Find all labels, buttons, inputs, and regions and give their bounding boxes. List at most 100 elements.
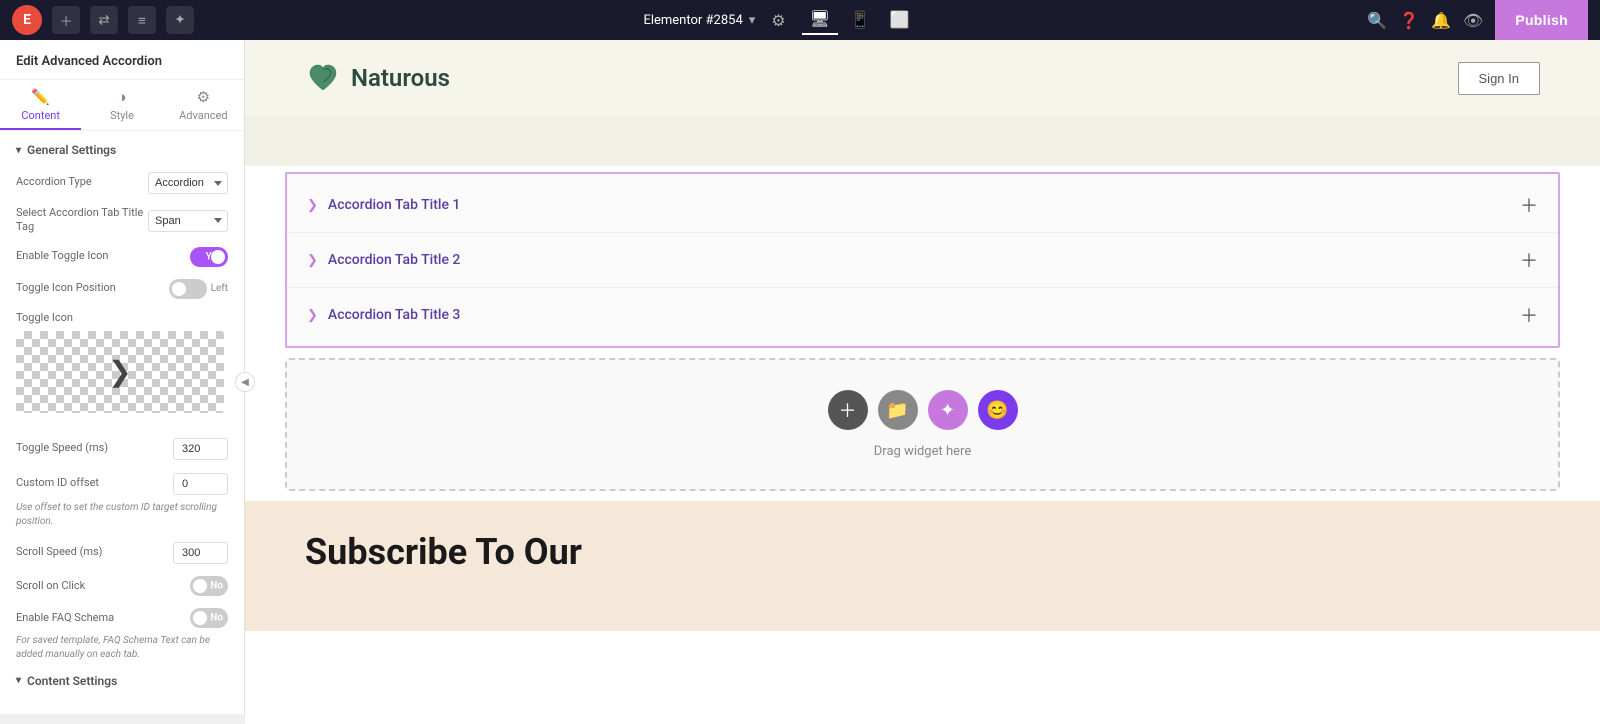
accordion-section: ❯ Accordion Tab Title 1 ＋ ❯ Accordion Ta… [285, 172, 1560, 348]
subscribe-title: Subscribe To Our [305, 531, 582, 574]
canvas-area: Naturous Sign In ❯ Accordion Tab Title 1… [245, 40, 1600, 724]
enable-toggle-icon-control: Yes [190, 247, 228, 267]
toggle-icon-label: Toggle Icon [16, 311, 73, 325]
page-title: Elementor #2854 ▾ [643, 13, 755, 28]
toggle-icon-position-control: Left [169, 279, 228, 299]
toggle-icon-position-field: Toggle Icon Position Left [16, 279, 228, 299]
accordion-add-1[interactable]: ＋ [1520, 192, 1538, 218]
emoji-button[interactable]: 😊 [978, 390, 1018, 430]
toggle-speed-label: Toggle Speed (ms) [16, 441, 173, 455]
accordion-type-select[interactable]: Accordion Toggle [148, 172, 228, 194]
accordion-type-control: Accordion Toggle [148, 171, 228, 194]
tablet-portrait-button[interactable]: 📱 [842, 5, 878, 35]
help-icon[interactable]: ❓ [1399, 11, 1419, 30]
add-widget-button[interactable]: ＋ [828, 390, 868, 430]
layers-button[interactable]: ≡ [128, 6, 156, 34]
panel-header: Edit Advanced Accordion [0, 40, 244, 80]
accordion-item-3[interactable]: ❯ Accordion Tab Title 3 ＋ [287, 288, 1558, 342]
accordion-item-2[interactable]: ❯ Accordion Tab Title 2 ＋ [287, 233, 1558, 288]
tab-title-tag-control: SpanH1H2H3 [148, 209, 228, 232]
site-header: Naturous Sign In [245, 40, 1600, 116]
accordion-title-1: Accordion Tab Title 1 [328, 197, 1520, 213]
faq-schema-toggle[interactable]: No [190, 608, 228, 628]
scroll-speed-field: Scroll Speed (ms) [16, 541, 228, 564]
add-element-button[interactable]: ＋ [52, 6, 80, 34]
scroll-speed-control [173, 541, 228, 564]
custom-id-offset-note: Use offset to set the custom ID target s… [16, 501, 228, 529]
history-button[interactable]: ⇄ [90, 6, 118, 34]
accordion-chevron-2: ❯ [307, 253, 318, 268]
accordion-type-field: Accordion Type Accordion Toggle [16, 171, 228, 194]
folder-button[interactable]: 📁 [878, 390, 918, 430]
panel-collapse-handle[interactable]: ◀ [235, 372, 255, 392]
preview-icon[interactable]: 👁 [1463, 11, 1483, 30]
panel-content: General Settings Accordion Type Accordio… [0, 131, 244, 714]
enable-toggle-icon-label: Enable Toggle Icon [16, 249, 190, 263]
scroll-on-click-label: Scroll on Click [16, 579, 190, 593]
drag-widget-area: ＋ 📁 ✦ 😊 Drag widget here [285, 358, 1560, 491]
toggle-yes-label: Yes [206, 251, 222, 262]
faq-schema-label: Enable FAQ Schema [16, 611, 190, 625]
toggle-icon-preview[interactable]: ❯ [16, 331, 224, 413]
top-bar-right: 🔍 ❓ 🔔 👁 Publish [1367, 0, 1588, 40]
style-tab-icon: ◑ [117, 88, 126, 106]
scroll-on-click-control: No [190, 576, 228, 596]
page-settings-icon[interactable]: ⚙ [771, 11, 785, 30]
accordion-add-2[interactable]: ＋ [1520, 247, 1538, 273]
publish-button[interactable]: Publish [1495, 0, 1588, 40]
device-switcher: 🖥 📱 ⬜ [802, 5, 918, 35]
scroll-on-click-field: Scroll on Click No [16, 576, 228, 596]
content-tab-label: Content [21, 109, 60, 122]
tab-content[interactable]: ✏️ Content [0, 80, 81, 130]
content-settings-section[interactable]: Content Settings [16, 674, 228, 688]
toggle-speed-input[interactable] [173, 438, 228, 460]
custom-id-offset-field: Custom ID offset [16, 472, 228, 495]
logo-icon [305, 60, 341, 96]
faq-schema-field: Enable FAQ Schema No [16, 608, 228, 628]
faq-schema-note: For saved template, FAQ Schema Text can … [16, 634, 228, 662]
accordion-type-label: Accordion Type [16, 175, 148, 189]
scroll-speed-input[interactable] [173, 542, 228, 564]
toggle-icon-position-label: Toggle Icon Position [16, 281, 169, 295]
custom-id-offset-input[interactable] [173, 473, 228, 495]
tab-title-tag-select[interactable]: SpanH1H2H3 [148, 210, 228, 232]
site-logo: Naturous [305, 60, 450, 96]
drag-widget-text: Drag widget here [874, 444, 971, 459]
scroll-speed-label: Scroll Speed (ms) [16, 545, 173, 559]
scroll-on-click-toggle[interactable]: No [190, 576, 228, 596]
faq-toggle-no-label: No [210, 612, 223, 623]
style-tab-label: Style [110, 109, 134, 122]
elementor-logo[interactable]: E [12, 5, 42, 35]
notifications-icon[interactable]: 🔔 [1431, 11, 1451, 30]
tab-advanced[interactable]: ⚙ Advanced [163, 80, 244, 130]
top-bar-left: E ＋ ⇄ ≡ ✦ [12, 5, 194, 35]
top-bar-center: Elementor #2854 ▾ ⚙ 🖥 📱 ⬜ [643, 5, 917, 35]
tab-title-tag-field: Select Accordion Tab Title Tag SpanH1H2H… [16, 206, 228, 235]
toggle-icon-field: Toggle Icon ❯ [16, 311, 228, 425]
advanced-tab-icon: ⚙ [197, 88, 210, 106]
content-tab-icon: ✏️ [31, 88, 50, 106]
enable-toggle-icon-field: Enable Toggle Icon Yes [16, 247, 228, 267]
panel-tabs: ✏️ Content ◑ Style ⚙ Advanced [0, 80, 244, 131]
ai-button[interactable]: ✦ [166, 6, 194, 34]
general-settings-section[interactable]: General Settings [16, 143, 228, 157]
drag-icons-row: ＋ 📁 ✦ 😊 [828, 390, 1018, 430]
accordion-chevron-3: ❯ [307, 308, 318, 323]
sign-in-button[interactable]: Sign In [1458, 62, 1540, 95]
tab-style[interactable]: ◑ Style [81, 80, 162, 130]
toggle-speed-field: Toggle Speed (ms) [16, 437, 228, 460]
accordion-add-3[interactable]: ＋ [1520, 302, 1538, 328]
desktop-view-button[interactable]: 🖥 [802, 5, 838, 35]
tablet-landscape-button[interactable]: ⬜ [882, 5, 918, 35]
search-icon[interactable]: 🔍 [1367, 11, 1387, 30]
custom-id-offset-label: Custom ID offset [16, 476, 173, 490]
accordion-item-1[interactable]: ❯ Accordion Tab Title 1 ＋ [287, 178, 1558, 233]
faq-schema-control: No [190, 608, 228, 628]
hero-area [245, 116, 1600, 166]
accordion-title-3: Accordion Tab Title 3 [328, 307, 1520, 323]
accordion-chevron-1: ❯ [307, 198, 318, 213]
toggle-position-toggle[interactable] [169, 279, 207, 299]
main-layout: Edit Advanced Accordion ✏️ Content ◑ Sty… [0, 40, 1600, 724]
enable-toggle-icon-toggle[interactable]: Yes [190, 247, 228, 267]
sparkle-button[interactable]: ✦ [928, 390, 968, 430]
